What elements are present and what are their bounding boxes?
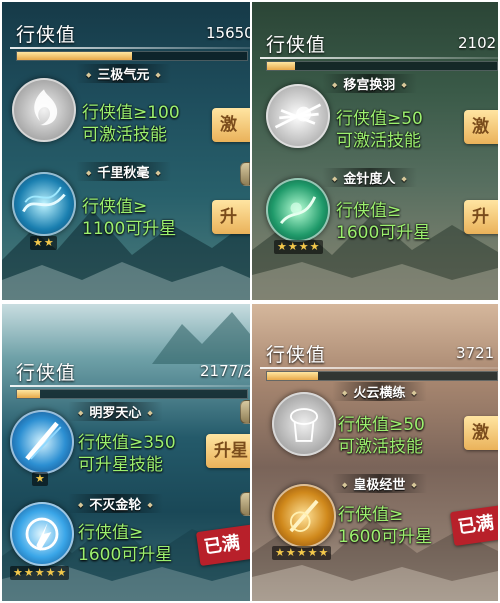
green-needle-icon[interactable] [266, 178, 330, 242]
xingxia-title: 行侠值 [266, 34, 327, 56]
maxed-seal: 已满 [195, 523, 250, 567]
skill-panel-bottom-right: 行侠值 3721 火云横练 行侠值≥50 可激活技能 激 皇极经世 ★★★★★ … [252, 304, 498, 601]
skill-requirement-note: 1600可升星 [338, 527, 433, 547]
skill-title-2-1: 不灭金轮 [68, 492, 163, 514]
activate-button[interactable]: 激 [212, 108, 250, 142]
side-tab-handle[interactable] [240, 400, 250, 424]
skill-panel-top-right: 行侠值 2102 移宫换羽 行侠值≥50 可激活技能 激 金针度人 ★★★★ 行… [252, 2, 498, 300]
star-icon: ★ [277, 240, 287, 253]
skill-name: 千里秋毫 [76, 161, 171, 181]
xingxia-value: 3721 [456, 344, 495, 362]
star-icon: ★ [34, 566, 45, 579]
skill-requirement-note: 1600可升星 [336, 223, 431, 243]
xingxia-value: 2102 [458, 34, 497, 52]
star-icon: ★ [307, 546, 318, 559]
skill-name: 不灭金轮 [68, 493, 163, 513]
skill-requirement: 行侠值≥ [336, 201, 402, 221]
xingxia-value: 2177/2 [200, 362, 250, 380]
star-rating: ★ ★ [30, 236, 57, 250]
xingxia-value: 15650 [206, 24, 250, 42]
star-icon: ★ [35, 472, 45, 485]
star-rating: ★ ★ ★ ★ ★ [10, 566, 70, 580]
header-divider [260, 57, 498, 59]
star-icon: ★ [287, 240, 298, 253]
skill-requirement-note: 1600可升星 [78, 545, 173, 565]
upgrade-star-button[interactable]: 升星 [206, 434, 250, 468]
blue-blade-icon[interactable] [10, 410, 74, 474]
water-flow-icon[interactable] [12, 172, 76, 236]
skill-requirement-note: 1100可升星 [82, 219, 177, 239]
header-divider [10, 47, 250, 49]
upgrade-star-button[interactable]: 升 [464, 200, 498, 234]
star-icon: ★ [23, 566, 34, 579]
skill-name: 金针度人 [322, 167, 417, 187]
skill-title-1-0: 移宫换羽 [322, 72, 417, 94]
xingxia-title: 行侠值 [16, 24, 77, 46]
feather-burst-icon[interactable] [266, 84, 330, 148]
fire-cloud-icon[interactable] [272, 392, 336, 456]
star-rating: ★ [32, 472, 48, 486]
star-icon: ★ [43, 236, 54, 249]
qi-swirl-icon[interactable] [12, 78, 76, 142]
side-tab-handle[interactable] [240, 492, 250, 516]
skill-title-0-0: 三极气元 [76, 62, 171, 84]
star-icon: ★ [275, 546, 285, 559]
skill-requirement-note: 可激活技能 [336, 131, 421, 151]
header-divider [260, 367, 498, 369]
skill-title-3-0: 火云横练 [332, 380, 427, 402]
maxed-seal: 已满 [449, 503, 498, 547]
skill-requirement: 行侠值≥50 [338, 415, 425, 435]
xingxia-title: 行侠值 [266, 344, 327, 366]
activate-button[interactable]: 激 [464, 110, 498, 144]
skill-requirement-note: 可激活技能 [338, 437, 423, 457]
skill-panel-top-left: 行侠值 15650 三极气元 行侠值≥100 可激活技能 激 千里秋毫 ★★ 行… [2, 2, 250, 300]
skill-name: 皇极经世 [332, 473, 427, 493]
star-icon: ★ [45, 566, 56, 579]
star-icon: ★ [285, 546, 296, 559]
xingxia-progress-bar [16, 389, 248, 399]
star-icon: ★ [298, 240, 309, 253]
star-rating: ★ ★ ★ ★ ★ [272, 546, 332, 560]
skill-requirement: 行侠值≥100 [82, 103, 180, 123]
skill-name: 三极气元 [76, 63, 171, 83]
skill-title-3-1: 皇极经世 [332, 472, 427, 494]
golden-sword-icon[interactable] [272, 484, 336, 548]
xingxia-progress-bar [16, 51, 248, 61]
xingxia-progress-fill [267, 372, 318, 380]
activate-button[interactable]: 激 [464, 416, 498, 450]
xingxia-title: 行侠值 [16, 362, 77, 384]
star-icon: ★ [13, 566, 23, 579]
side-tab-handle[interactable] [240, 162, 250, 186]
skill-title-1-1: 金针度人 [322, 166, 417, 188]
xingxia-progress-fill [17, 390, 40, 398]
skill-requirement: 行侠值≥350 [78, 433, 176, 453]
skill-requirement-note: 可激活技能 [82, 125, 167, 145]
skill-requirement: 行侠值≥ [82, 197, 148, 217]
xingxia-progress-bar [266, 61, 498, 71]
skill-requirement: 行侠值≥50 [336, 109, 423, 129]
sky-background [152, 312, 250, 364]
skill-name: 明罗天心 [68, 401, 163, 421]
header-divider [10, 385, 250, 387]
star-rating: ★ ★ ★ ★ [274, 240, 323, 254]
xingxia-progress-fill [17, 52, 132, 60]
star-icon: ★ [318, 546, 329, 559]
blue-wheel-icon[interactable] [10, 502, 74, 566]
skill-title-0-1: 千里秋毫 [76, 160, 171, 182]
xingxia-progress-fill [267, 62, 295, 70]
star-icon: ★ [33, 236, 43, 249]
star-icon: ★ [56, 566, 67, 579]
skill-panel-bottom-left: 行侠值 2177/2 明罗天心 ★ 行侠值≥350 可升星技能 升星 不灭金轮 … [2, 304, 250, 601]
skill-name: 火云横练 [332, 381, 427, 401]
skill-requirement: 行侠值≥ [78, 523, 144, 543]
star-icon: ★ [296, 546, 307, 559]
skill-requirement: 行侠值≥ [338, 505, 404, 525]
skill-name: 移宫换羽 [322, 73, 417, 93]
skill-title-2-0: 明罗天心 [68, 400, 163, 422]
star-icon: ★ [309, 240, 320, 253]
skill-requirement-note: 可升星技能 [78, 455, 163, 475]
upgrade-star-button[interactable]: 升 [212, 200, 250, 234]
